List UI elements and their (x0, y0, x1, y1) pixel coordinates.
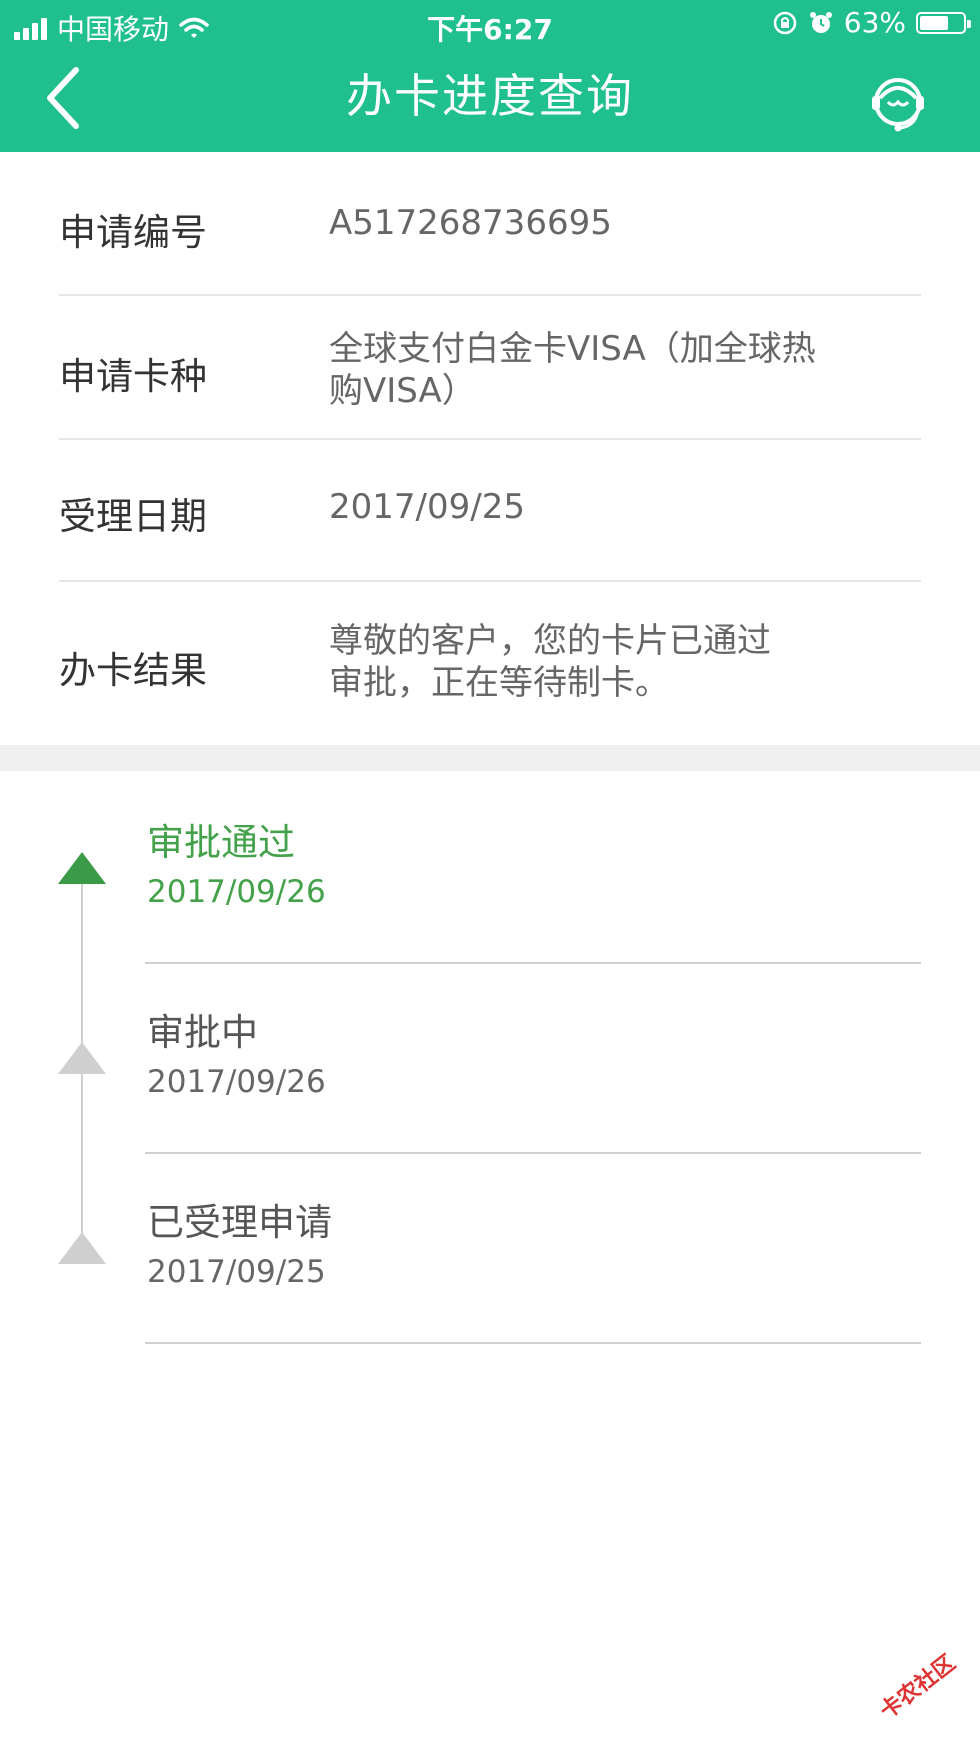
info-row-result: 办卡结果 尊敬的客户，您的卡片已通过 审批，正在等待制卡。 (59, 582, 921, 745)
battery-icon (916, 11, 971, 34)
section-divider (0, 745, 980, 771)
info-label: 受理日期 (59, 495, 207, 538)
info-value: A517268736695 (329, 203, 612, 243)
timeline-marker-icon (58, 1232, 106, 1264)
info-value: 2017/09/25 (329, 487, 525, 527)
info-row-application-number: 申请编号 A517268736695 (59, 152, 921, 296)
info-row-card-type: 申请卡种 全球支付白金卡VISA（加全球热 购VISA） (59, 294, 921, 440)
timeline-marker-icon (58, 1042, 106, 1074)
info-value-line: 购VISA） (329, 371, 476, 411)
info-value-line: 审批，正在等待制卡。 (329, 663, 669, 703)
watermark-logo: 卡农社区 (875, 1650, 961, 1725)
timeline-step-status: 审批中 (147, 1011, 258, 1054)
status-right: 63% (772, 6, 971, 39)
page-title: 办卡进度查询 (346, 69, 634, 123)
info-value: 全球支付白金卡VISA（加全球热 购VISA） (329, 328, 889, 412)
timeline-marker-active-icon (58, 852, 106, 884)
timeline-step-status: 审批通过 (147, 821, 295, 864)
timeline-step: 审批中 2017/09/26 (145, 1002, 921, 1154)
battery-percent: 63% (843, 6, 906, 39)
timeline-step-date: 2017/09/26 (147, 1064, 326, 1100)
info-value: 尊敬的客户，您的卡片已通过 审批，正在等待制卡。 (329, 620, 889, 704)
timeline-step-date: 2017/09/26 (147, 874, 326, 910)
info-value-line: 全球支付白金卡VISA（加全球热 (329, 329, 816, 369)
app-header: 中国移动 下午6:27 63% 办卡进度查询 (0, 0, 980, 152)
customer-service-icon[interactable] (866, 72, 930, 136)
info-value-line: 尊敬的客户，您的卡片已通过 (329, 621, 771, 661)
status-bar: 中国移动 下午6:27 63% (0, 0, 980, 50)
orientation-lock-icon (773, 11, 797, 34)
info-label: 申请卡种 (59, 355, 207, 398)
info-label: 办卡结果 (59, 649, 207, 692)
timeline-step: 已受理申请 2017/09/25 (145, 1192, 921, 1344)
info-label: 申请编号 (59, 211, 207, 254)
timeline-step-date: 2017/09/25 (147, 1254, 326, 1290)
alarm-icon (809, 11, 832, 33)
info-row-accept-date: 受理日期 2017/09/25 (59, 438, 921, 582)
timeline-step-status: 已受理申请 (147, 1201, 332, 1244)
timeline-step: 审批通过 2017/09/26 (145, 812, 921, 964)
